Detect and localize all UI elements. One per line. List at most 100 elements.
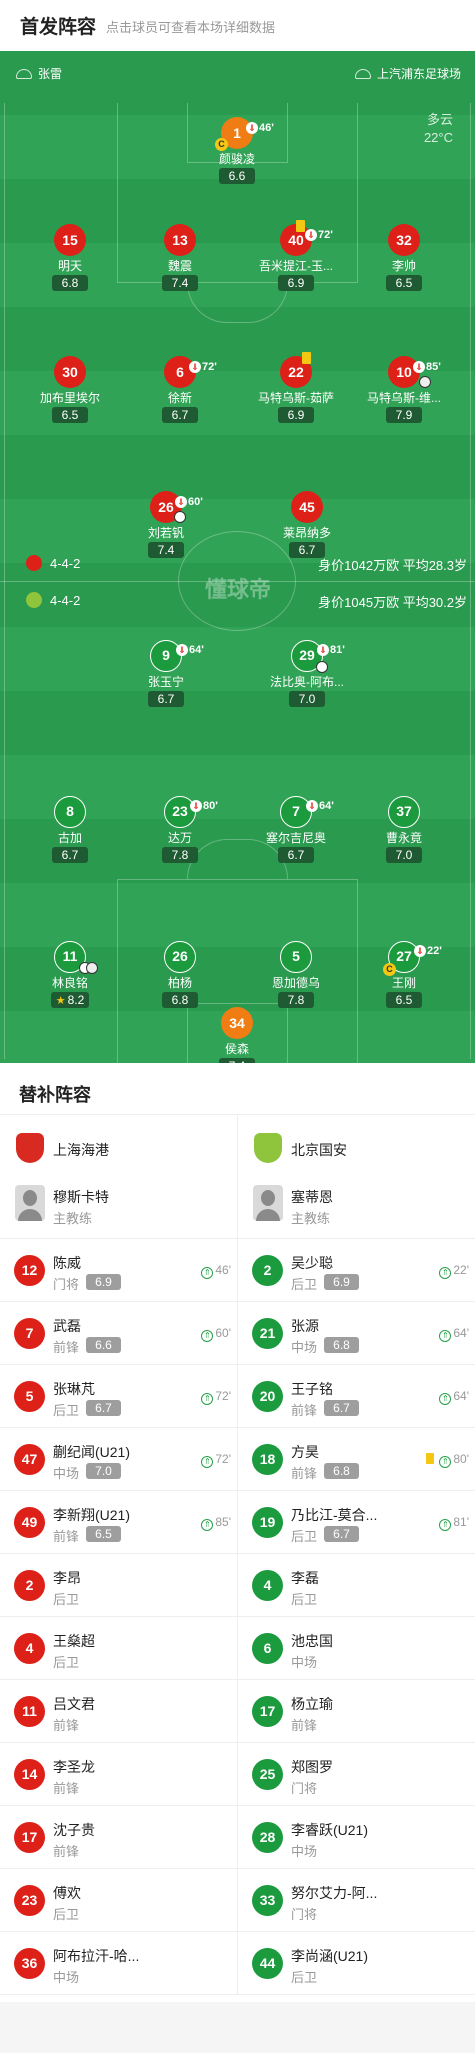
away-player[interactable]: 7 ⇓ 64' 塞尔吉尼奥 6.7: [236, 796, 356, 864]
sub-in-icon: ⇑: [439, 1456, 452, 1468]
away-player[interactable]: 11 林良铭 ★ 8.2: [10, 941, 130, 1009]
goal-ball-icon: [174, 511, 186, 523]
player-rating: ★ 8.2: [50, 992, 90, 1008]
home-player[interactable]: 45 莱昂纳多 6.7: [247, 491, 367, 559]
away-coach[interactable]: 塞蒂恩 主教练: [238, 1175, 475, 1239]
sub-player-row[interactable]: 17 沈子贵 前锋: [0, 1806, 237, 1869]
sub-player-row[interactable]: 4 李磊 后卫: [238, 1554, 475, 1617]
player-position: 前锋: [53, 1781, 80, 1796]
home-player[interactable]: 30 加布里埃尔 6.5: [10, 356, 130, 424]
player-rating: 6.8: [52, 275, 88, 291]
sub-player-row[interactable]: 25 郑图罗 门将: [238, 1743, 475, 1806]
home-team[interactable]: 上海海港: [0, 1115, 237, 1175]
sub-player-row[interactable]: 28 李睿跃(U21) 中场: [238, 1806, 475, 1869]
sub-player-row[interactable]: 2 吴少聪 后卫 6.9 ⇑ 22': [238, 1239, 475, 1302]
whistle-icon: [16, 69, 32, 79]
away-player[interactable]: 27 ⇓ 22' C 王刚 6.5: [344, 941, 464, 1009]
sub-player-row[interactable]: 17 杨立瑜 前锋: [238, 1680, 475, 1743]
home-player[interactable]: 15 明天 6.8: [10, 224, 130, 292]
player-name: 张玉宁: [147, 675, 184, 689]
player-name: 吴少聪: [291, 1255, 333, 1271]
sub-player-row[interactable]: 23 傅欢 后卫: [0, 1869, 237, 1932]
sub-player-row[interactable]: 18 方昊 前锋 6.8 ⇑ 80': [238, 1428, 475, 1491]
sub-out-icon: ⇓: [306, 800, 318, 812]
sub-player-row[interactable]: 6 池忠国 中场: [238, 1617, 475, 1680]
player-name: 王刚: [391, 976, 416, 990]
player-position: 门将: [291, 1907, 318, 1922]
sub-player-row[interactable]: 14 李圣龙前锋: [0, 1743, 237, 1806]
player-name: 古加: [57, 831, 82, 845]
away-player[interactable]: 26 柏杨 6.8: [120, 941, 240, 1009]
player-name: 莱昂纳多: [282, 526, 331, 540]
yellow-card-icon: [426, 1453, 435, 1464]
coach-avatar: [15, 1185, 45, 1221]
away-team-name: 北京国安: [291, 1142, 347, 1158]
player-position: 后卫: [53, 1403, 80, 1418]
home-player[interactable]: 10 ⇓ 85' 马特乌斯-维... 7.9: [344, 356, 464, 424]
away-player[interactable]: 8 古加 6.7: [10, 796, 130, 864]
away-player[interactable]: 37 曹永竟 7.0: [344, 796, 464, 864]
home-coach[interactable]: 穆斯卡特 主教练: [0, 1175, 237, 1239]
sub-player-row[interactable]: 12 陈威 门将 6.9 ⇑ 46': [0, 1239, 237, 1302]
away-player[interactable]: 9 ⇓ 64' 张玉宁 6.7: [106, 640, 226, 708]
away-player[interactable]: 5 恩加德乌 7.8: [236, 941, 356, 1009]
sub-player-row[interactable]: 19 乃比江-莫合... 后卫 6.7 ⇑ 81': [238, 1491, 475, 1554]
sub-player-row[interactable]: 33 努尔艾力-阿... 门将: [238, 1869, 475, 1932]
weather: 多云 22°C: [424, 111, 453, 147]
yellow-card-icon: [302, 352, 311, 364]
home-player[interactable]: 22 马特乌斯-茹萨 6.9: [236, 352, 356, 424]
jersey-number: 12: [14, 1255, 45, 1286]
watermark-logo: 懂球帝: [204, 577, 271, 602]
temperature: 22°C: [423, 130, 453, 145]
player-position: 后卫: [291, 1970, 318, 1985]
jersey-number: 13: [164, 224, 196, 256]
home-player[interactable]: 6 ⇓ 72' 徐新 6.7: [120, 356, 240, 424]
home-player[interactable]: 13 魏震 7.4: [120, 224, 240, 292]
player-position: 中场: [53, 1466, 80, 1481]
sub-player-row[interactable]: 36 阿布拉汗-哈... 中场: [0, 1932, 237, 1995]
player-name: 颜骏凌: [218, 152, 255, 166]
player-name: 杨立瑜: [291, 1696, 333, 1712]
home-formation-text: 4-4-2: [50, 556, 81, 571]
player-rating: 6.7: [324, 1400, 359, 1416]
player-name: 吾米提江-玉...: [259, 259, 333, 273]
jersey-number: 28: [252, 1822, 283, 1853]
player-name: 阿布拉汗-哈...: [53, 1948, 140, 1964]
sub-player-row[interactable]: 21 张源 中场 6.8 ⇑ 64': [238, 1302, 475, 1365]
home-player[interactable]: 40 ⇓ 72' 吾米提江-玉... 6.9: [236, 220, 356, 292]
yellow-card-icon: [296, 220, 305, 232]
jersey-number: 14: [14, 1759, 45, 1790]
home-player[interactable]: 1 ⇓ 46' C 颜骏凌 6.6: [177, 117, 297, 185]
sub-in-icon: ⇑: [439, 1393, 452, 1405]
away-player[interactable]: 23 ⇓ 80' 达万 7.8: [120, 796, 240, 864]
home-player[interactable]: 26 ⇓ 60' 刘若钒 7.4: [106, 491, 226, 559]
referee-name: 张雷: [38, 67, 63, 81]
sub-player-row[interactable]: 44 李尚涵(U21) 后卫: [238, 1932, 475, 1995]
sub-player-row[interactable]: 5 张琳芃 后卫 6.7 ⇑ 72': [0, 1365, 237, 1428]
away-formation: 4-4-2: [26, 592, 80, 608]
sub-player-row[interactable]: 4 王燊超 后卫: [0, 1617, 237, 1680]
away-player[interactable]: 29 ⇓ 81' 法比奥-阿布... 7.0: [247, 640, 367, 708]
jersey-number: 23: [14, 1885, 45, 1916]
player-name: 李圣龙: [53, 1759, 95, 1775]
player-rating: 7.4: [162, 275, 198, 291]
home-player[interactable]: 32 李帅 6.5: [344, 224, 464, 292]
sub-in-minute: ⇑ 80': [426, 1452, 469, 1468]
player-position: 中场: [291, 1844, 318, 1859]
sub-out-icon: ⇓: [246, 122, 258, 134]
sub-in-icon: ⇑: [201, 1456, 214, 1468]
away-team[interactable]: 北京国安: [238, 1115, 475, 1175]
sub-in-minute: ⇑ 60': [201, 1326, 231, 1342]
sub-player-row[interactable]: 20 王子铭 前锋 6.7 ⇑ 64': [238, 1365, 475, 1428]
player-rating: 6.7: [86, 1400, 121, 1416]
player-rating: 7.8: [278, 992, 314, 1008]
away-player[interactable]: 34侯森7.4: [177, 1007, 297, 1063]
sub-player-row[interactable]: 49 李新翔(U21) 前锋 6.5 ⇑ 85': [0, 1491, 237, 1554]
sub-player-row[interactable]: 47 蒯纪闻(U21) 中场 7.0 ⇑ 72': [0, 1428, 237, 1491]
sub-player-row[interactable]: 11 吕文君 前锋: [0, 1680, 237, 1743]
jersey-number: 22: [280, 352, 312, 388]
jersey-number: 21: [252, 1318, 283, 1349]
jersey-number: 32: [388, 224, 420, 256]
sub-player-row[interactable]: 7 武磊 前锋 6.6 ⇑ 60': [0, 1302, 237, 1365]
sub-player-row[interactable]: 2 李昂 后卫: [0, 1554, 237, 1617]
